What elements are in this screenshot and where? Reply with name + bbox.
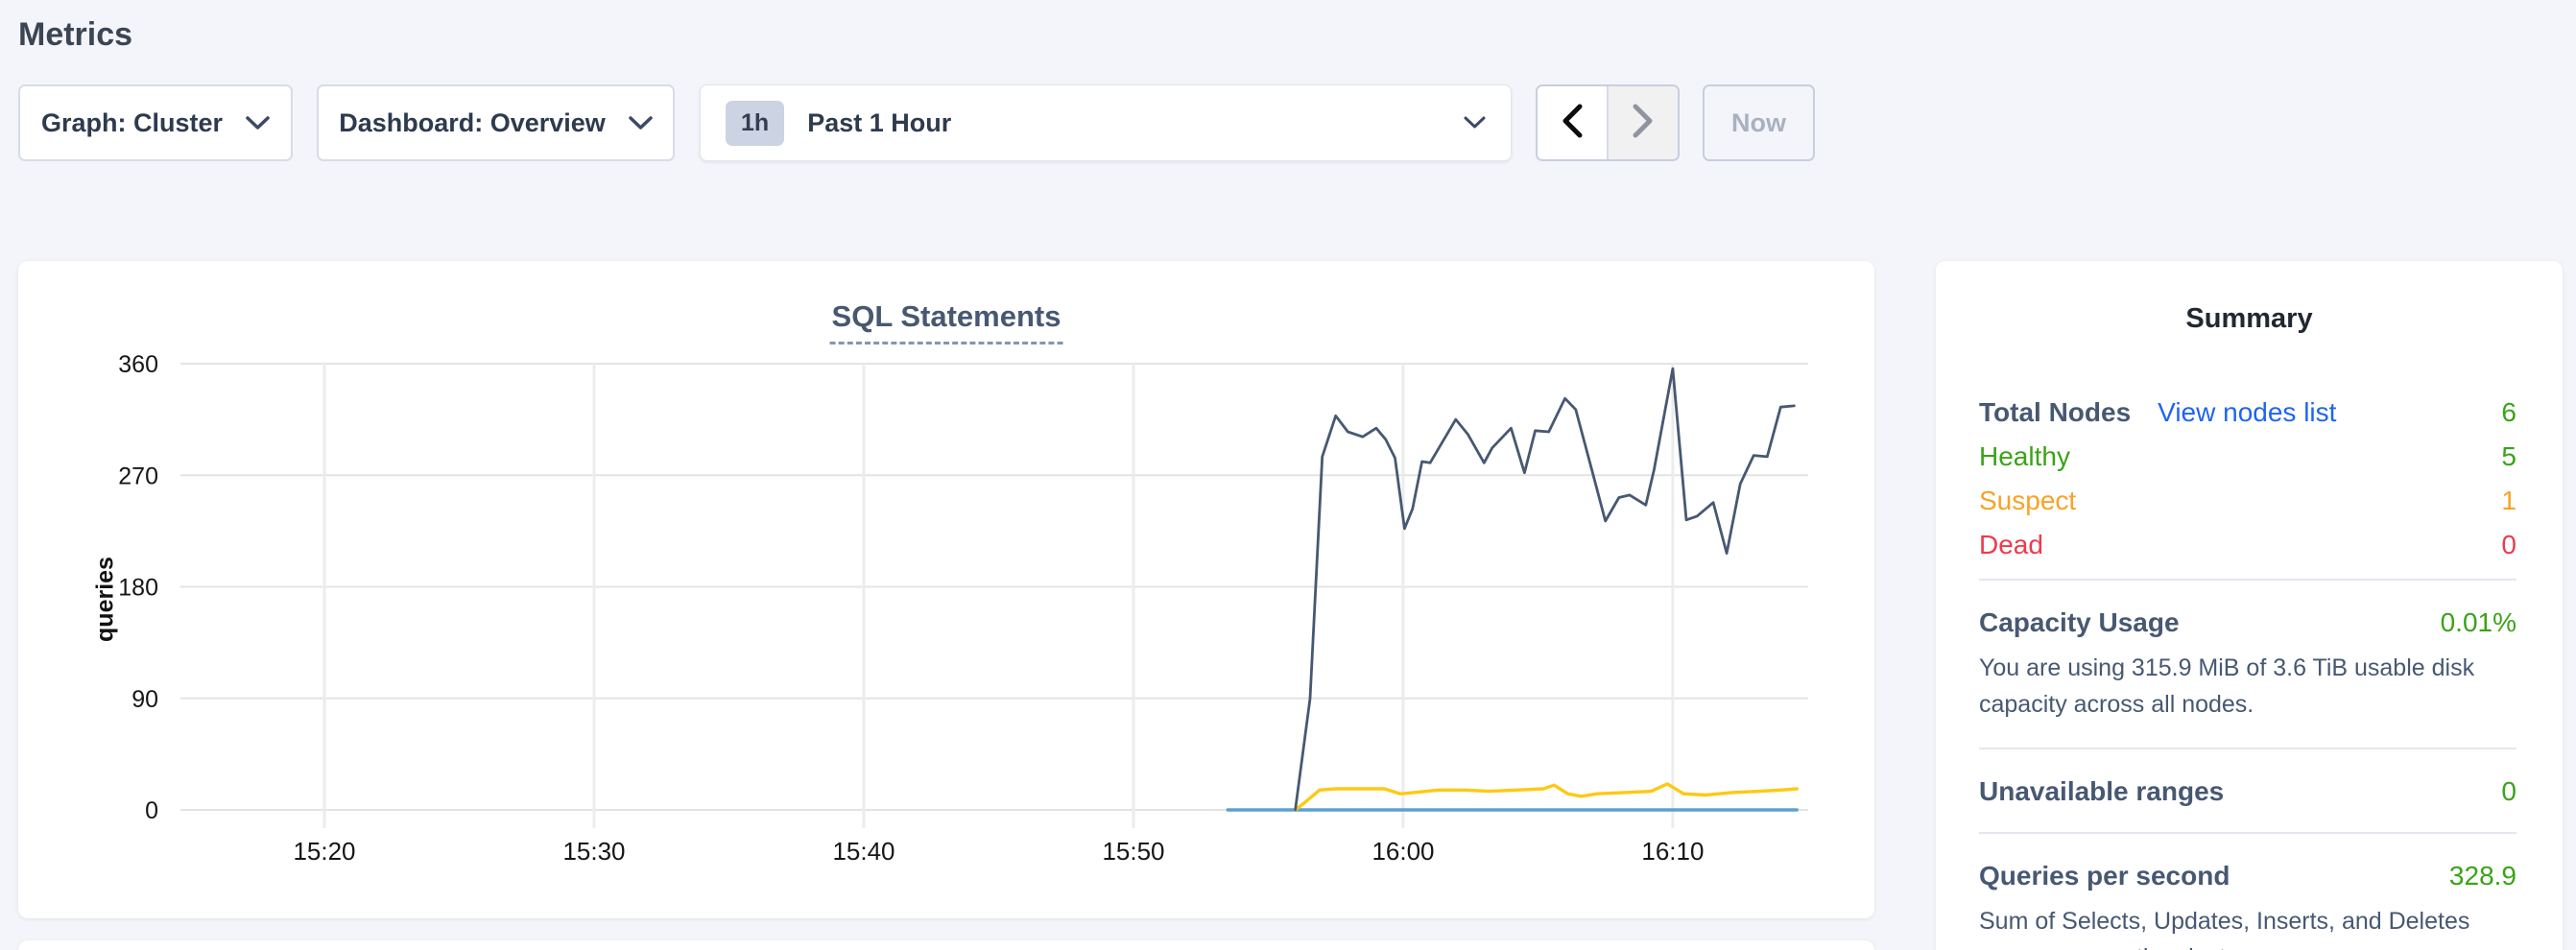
x-axis-tick: 15:50	[1102, 837, 1164, 866]
next-range-button-disabled[interactable]	[1607, 86, 1678, 159]
x-axis-tick: 15:20	[293, 837, 355, 866]
suspect-label: Suspect	[1979, 486, 2076, 516]
healthy-label: Healthy	[1979, 441, 2070, 472]
y-axis-tick: 90	[131, 686, 158, 713]
x-axis-tick: 15:40	[832, 837, 894, 866]
next-chart-card	[18, 940, 1874, 950]
total-nodes-value: 6	[2501, 397, 2516, 428]
summary-panel: Summary Total Nodes View nodes list 6 He…	[1936, 261, 2563, 950]
capacity-usage-value: 0.01%	[2441, 607, 2516, 638]
suspect-value: 1	[2501, 486, 2516, 516]
divider	[1979, 579, 2516, 581]
capacity-usage-description: You are using 315.9 MiB of 3.6 TiB usabl…	[1979, 650, 2516, 723]
dead-nodes-row: Dead 0	[1979, 523, 2516, 567]
chevron-down-icon	[629, 116, 653, 131]
metrics-page: Metrics Graph: Cluster Dashboard: Overvi…	[0, 0, 2576, 950]
chevron-down-icon	[1464, 116, 1486, 130]
unavailable-ranges-value: 0	[2501, 776, 2516, 807]
total-nodes-label: Total Nodes	[1979, 397, 2131, 428]
page-title: Metrics	[18, 16, 132, 54]
healthy-value: 5	[2501, 441, 2516, 472]
chevron-right-icon	[1633, 104, 1654, 143]
queries-per-second-label: Queries per second	[1979, 861, 2230, 891]
y-axis-tick: 180	[118, 575, 158, 602]
divider	[1979, 748, 2516, 749]
capacity-usage-row: Capacity Usage 0.01%	[1979, 607, 2516, 638]
now-button[interactable]: Now	[1703, 84, 1815, 161]
y-axis-tick: 360	[118, 351, 158, 378]
y-axis-tick: 270	[118, 463, 158, 489]
view-nodes-list-link[interactable]: View nodes list	[2158, 397, 2336, 428]
suspect-nodes-row: Suspect 1	[1979, 479, 2516, 523]
graph-dropdown-label: Graph: Cluster	[41, 108, 223, 138]
divider	[1979, 832, 2516, 834]
x-axis-tick: 16:10	[1641, 837, 1704, 866]
time-range-badge: 1h	[726, 101, 784, 146]
time-range-selector[interactable]: 1h Past 1 Hour	[700, 84, 1512, 161]
queries-per-second-description: Sum of Selects, Updates, Inserts, and De…	[1979, 903, 2516, 950]
dead-value: 0	[2501, 530, 2516, 560]
sql-chart-svg: 0 90 180 270 360 15:20 15:30 15:40 15:50 16:00 16:…	[18, 261, 1874, 918]
time-step-buttons	[1536, 84, 1680, 161]
unavailable-ranges-row: Unavailable ranges 0	[1979, 776, 2516, 807]
queries-per-second-row: Queries per second 328.9	[1979, 861, 2516, 891]
dashboard-dropdown-label: Dashboard: Overview	[339, 108, 606, 138]
total-nodes-row: Total Nodes View nodes list 6	[1979, 391, 2516, 435]
series-amber-line	[1296, 784, 1798, 810]
graph-dropdown[interactable]: Graph: Cluster	[18, 84, 293, 161]
x-axis-tick: 16:00	[1371, 837, 1434, 866]
chevron-down-icon	[246, 116, 270, 131]
series-navy-line	[1296, 368, 1795, 810]
dead-label: Dead	[1979, 530, 2043, 560]
summary-title: Summary	[1936, 303, 2563, 335]
x-axis-tick: 15:30	[562, 837, 625, 866]
time-range-label: Past 1 Hour	[807, 108, 951, 138]
unavailable-ranges-label: Unavailable ranges	[1979, 776, 2224, 807]
queries-per-second-value: 328.9	[2449, 861, 2516, 891]
healthy-nodes-row: Healthy 5	[1979, 435, 2516, 479]
chevron-left-icon	[1562, 104, 1583, 143]
y-axis-tick: 0	[145, 797, 158, 824]
sql-statements-chart-card: SQL Statements queries 09018027036015:20…	[18, 261, 1874, 918]
dashboard-dropdown[interactable]: Dashboard: Overview	[317, 84, 675, 161]
previous-range-button[interactable]	[1538, 86, 1607, 159]
capacity-usage-label: Capacity Usage	[1979, 607, 2180, 638]
